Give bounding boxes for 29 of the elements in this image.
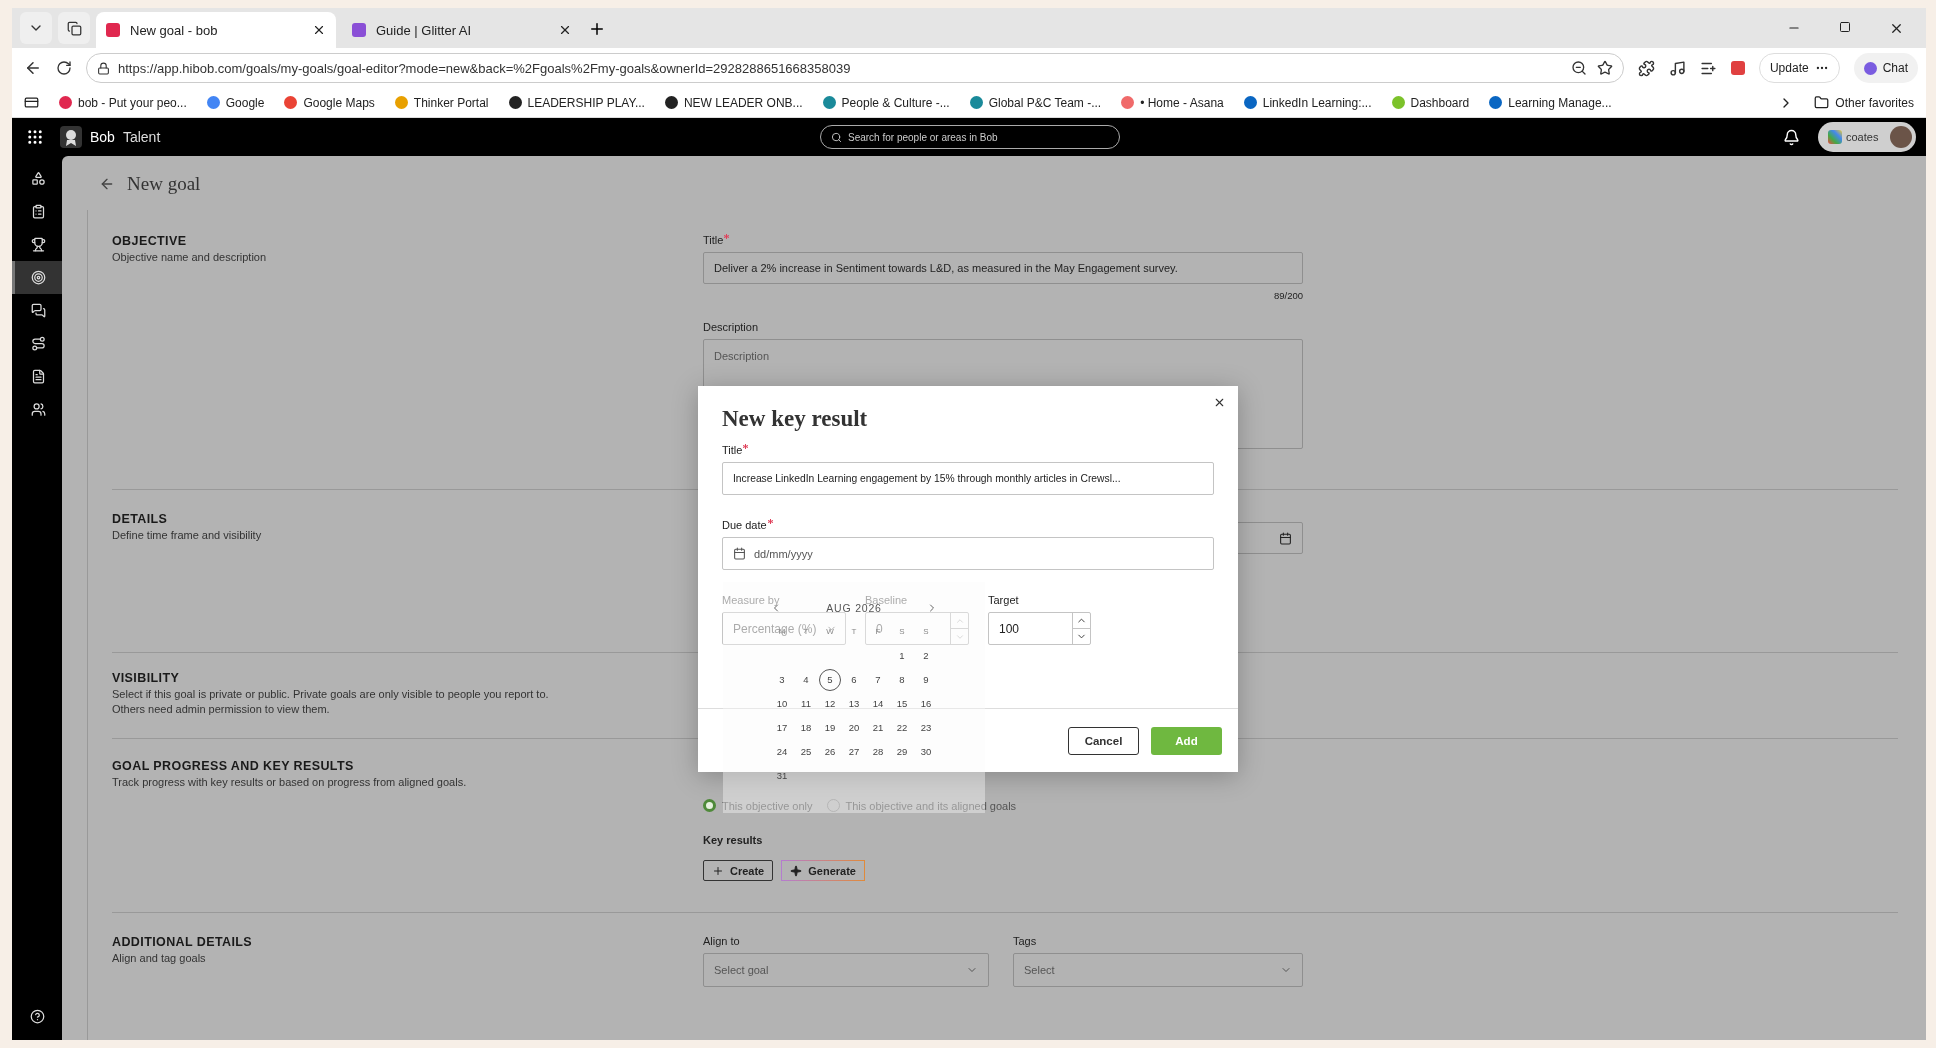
weekday-label: T <box>851 628 857 636</box>
section-description: Track progress with key results or based on progress from aligned goals. <box>112 775 468 790</box>
brand-name: Bob <box>90 129 115 145</box>
field-label: Title <box>703 234 724 246</box>
section-heading: OBJECTIVE <box>112 234 188 248</box>
module-name: Talent <box>122 129 161 145</box>
section-description: Define time frame and visibility <box>112 528 263 543</box>
section-heading: DETAILS <box>112 512 169 526</box>
field-label: Measure by <box>722 594 780 606</box>
weekday-label: S <box>923 628 929 636</box>
weekday-label: W <box>826 628 834 636</box>
page-title: New goal <box>127 173 201 195</box>
field-label: Align to <box>703 935 740 947</box>
subsection-heading: Key results <box>703 834 764 846</box>
url-text: https://app.hibob.com/goals/my-goals/goal-editor?mode=new&back=%2Fgoals%2Fmy-goals&ownerId=2928288651668358039 <box>118 60 851 76</box>
field-label: Target <box>988 594 1019 606</box>
character-counter: 89/200 <box>1272 290 1303 301</box>
field-label: Description <box>703 321 759 333</box>
field-label: Title <box>722 444 743 456</box>
section-description: Select if this goal is private or public. Private goals are only visible to people you report to. Others need admin permission to view them. <box>112 687 550 717</box>
section-heading: ADDITIONAL DETAILS <box>112 935 254 949</box>
field-label: Tags <box>1013 935 1037 947</box>
section-heading: VISIBILITY <box>112 671 181 685</box>
section-description: Align and tag goals <box>112 951 207 966</box>
section-heading: GOAL PROGRESS AND KEY RESULTS <box>112 759 355 773</box>
dialog-title: New key result <box>722 406 869 432</box>
section-description: Objective name and description <box>112 250 268 265</box>
field-label: Due date <box>722 519 767 531</box>
weekday-label: S <box>899 628 905 636</box>
